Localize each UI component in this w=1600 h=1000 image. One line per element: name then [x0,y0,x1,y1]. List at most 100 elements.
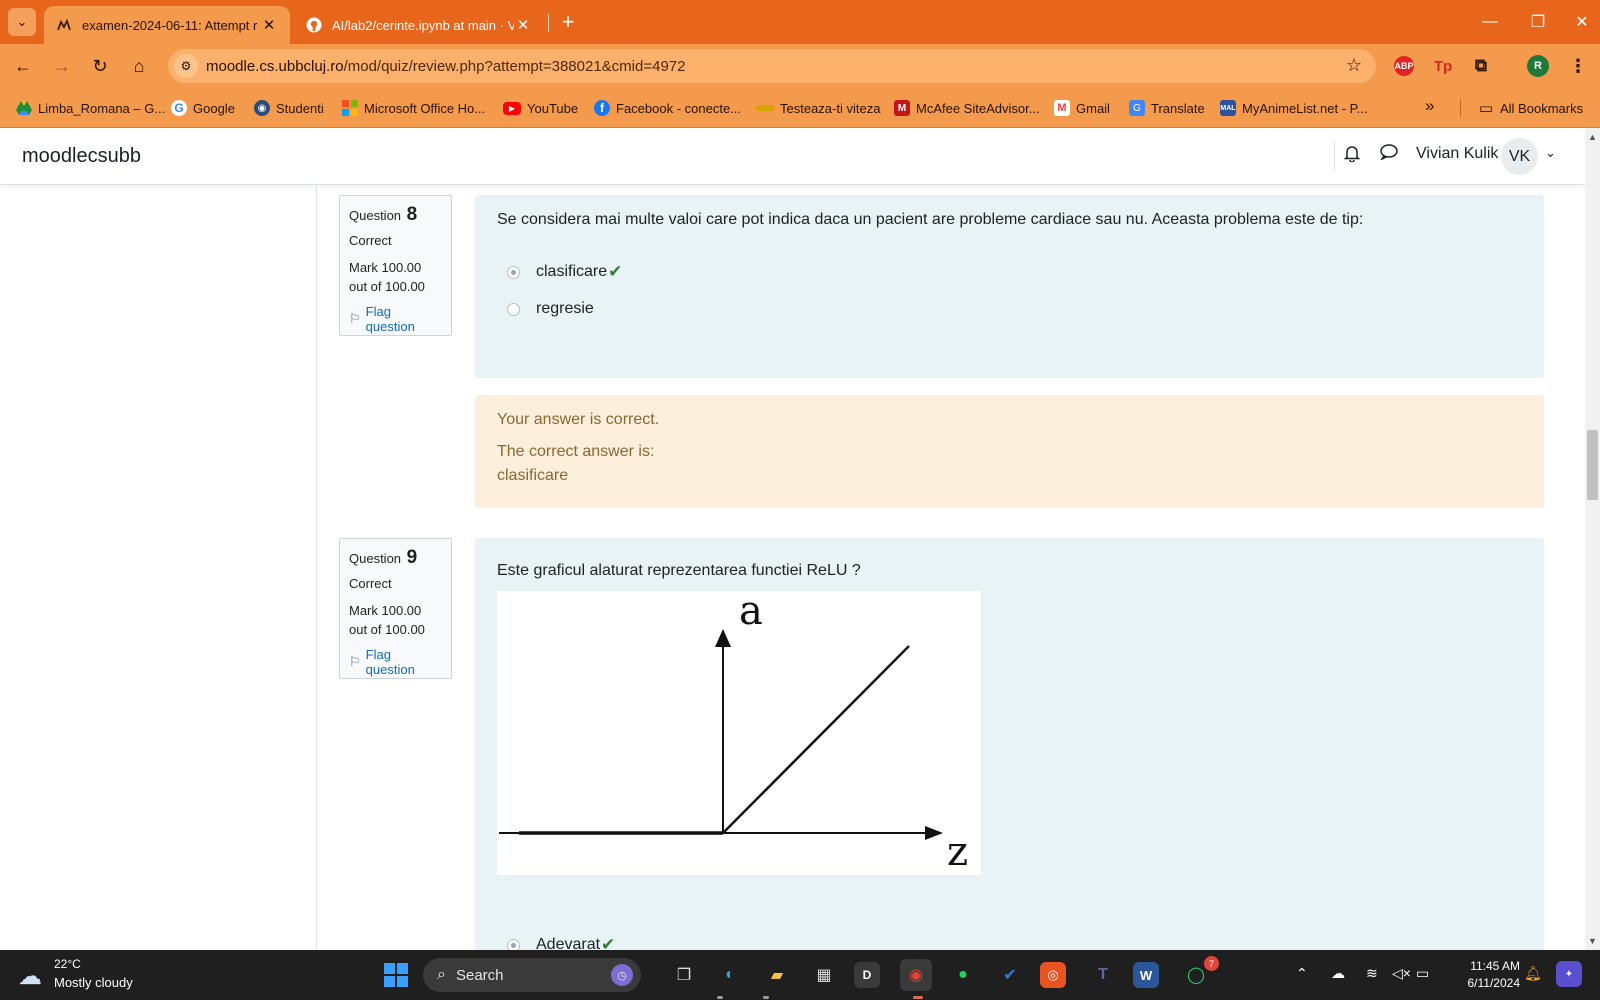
chrome-icon[interactable]: ◉ [900,959,932,991]
flag-icon: ⚐ [349,311,361,326]
scroll-up-arrow-icon[interactable]: ▲ [1588,132,1597,142]
teams-icon[interactable]: T [1087,959,1119,991]
address-bar[interactable]: ⚙ moodle.cs.ubbcluj.ro/mod/quiz/review.p… [168,49,1376,83]
user-name[interactable]: Vivian Kulik [1416,145,1498,163]
tab-moodle-exam[interactable]: examen-2024-06-11: Attempt r ✕ [44,6,290,44]
wifi-icon[interactable]: ≋ [1366,965,1378,982]
a-axis-label: a [739,591,763,634]
answer-radio[interactable] [507,302,520,316]
scrollbar-thumb[interactable] [1587,430,1598,500]
spotify-icon[interactable]: ● [947,959,979,991]
copilot-icon[interactable]: ✦ [1556,961,1582,987]
facebook-icon: f [594,100,610,116]
explorer-running-indicator [763,996,769,999]
scroll-down-arrow-icon[interactable]: ▼ [1588,936,1597,946]
speaker-muted-icon[interactable]: ◁× [1392,965,1411,982]
new-tab-plus-icon[interactable]: + [556,9,580,34]
messages-chat-icon[interactable] [1379,144,1398,165]
window-restore-icon[interactable]: ❐ [1520,8,1556,36]
bookmark-mcafee[interactable]: M McAfee SiteAdvisor... [894,98,1040,118]
notifications-bell-icon[interactable] [1343,144,1361,167]
chrome-running-indicator [913,996,923,999]
bookmark-testeaza-viteza[interactable]: Testeaza-ti viteza [756,98,880,118]
task-view-icon[interactable]: ❐ [668,959,700,991]
question-formulation: Se considera mai multe valoi care pot in… [475,195,1544,378]
battery-icon[interactable]: ▭ [1416,965,1429,982]
url-domain: moodle.cs.ubbcluj.ro [206,58,344,75]
correct-answer-value: clasificare [497,467,569,484]
flag-question-link[interactable]: ⚐ Flag question [349,647,442,677]
chevron-down-icon[interactable]: ⌄ [1545,145,1556,161]
question-number-value: 9 [406,547,418,568]
onedrive-cloud-icon[interactable]: ☁ [1331,965,1345,982]
tab-search-chevron-icon[interactable]: ⌄ [8,8,36,36]
page-scrollbar[interactable]: ▲ ▼ [1585,128,1600,950]
taskbar-clock[interactable]: 11:45 AM 6/11/2024 [1440,958,1521,992]
weather-cloud-icon[interactable]: ☁ [18,962,42,991]
bookmark-studenti[interactable]: ◉ Studenti [254,98,324,118]
ubuntu-icon[interactable]: ◎ [1040,962,1066,988]
search-label: Search [455,966,504,984]
extension-tp-icon[interactable]: Tp [1432,56,1454,76]
tab-title: AI/lab2/cerinte.ipynb at main · V [332,17,514,33]
all-bookmarks-folder[interactable]: ▭ All Bookmarks [1478,98,1583,118]
windows-start-icon[interactable] [380,959,412,991]
back-arrow-icon[interactable]: ← [9,52,37,80]
flag-question-link[interactable]: ⚐ Flag question [349,304,442,334]
z-axis-label: z [947,829,968,875]
tab-close-icon[interactable]: ✕ [514,16,532,34]
bookmark-microsoft-office[interactable]: Microsoft Office Ho... [342,98,485,118]
question-formulation: Este graficul alaturat reprezentarea fun… [475,538,1544,954]
tab-github[interactable]: AI/lab2/cerinte.ipynb at main · V ✕ [294,6,544,44]
address-url[interactable]: moodle.cs.ubbcluj.ro/mod/quiz/review.php… [206,58,685,75]
microsoft-store-icon[interactable]: ▦ [808,959,840,991]
home-icon[interactable]: ⌂ [125,52,153,80]
word-icon[interactable]: W [1133,962,1159,988]
weather-temperature[interactable]: 22°C [54,957,81,971]
user-avatar[interactable]: VK [1501,138,1538,175]
bookmarks-overflow-icon[interactable]: » [1425,96,1434,116]
forward-arrow-icon[interactable]: → [48,52,76,80]
edge-browser-icon[interactable]: ◐ [714,959,746,991]
url-path: /mod/quiz/review.php?attempt=388021&cmid… [343,58,686,75]
bookmarks-divider [1460,99,1461,117]
answer-option[interactable]: regresie [507,298,594,320]
reload-icon[interactable]: ↻ [86,52,114,80]
question-info-box: Question 9 Correct Mark 100.00 out of 10… [339,538,452,679]
tray-overflow-chevron-icon[interactable]: ⌃ [1296,965,1308,982]
bookmark-label: YouTube [527,100,579,116]
z-axis-arrowhead [925,826,943,840]
bookmark-gmail[interactable]: M Gmail [1054,98,1110,118]
bookmark-limba-romana[interactable]: Limba_Romana – G... [16,98,165,118]
bookmark-facebook[interactable]: f Facebook - conecte... [594,98,741,118]
answer-radio[interactable] [507,265,520,279]
window-close-icon[interactable]: ✕ [1564,8,1600,36]
bookmark-star-icon[interactable]: ☆ [1346,55,1362,76]
bookmark-translate[interactable]: G Translate [1129,98,1205,118]
extensions-puzzle-icon[interactable]: ⧉ [1470,56,1492,76]
tab-title: examen-2024-06-11: Attempt r [82,17,258,33]
question-state: Correct [349,233,392,248]
bookmark-google[interactable]: G Google [171,98,235,118]
bookmark-myanimelist[interactable]: MAL MyAnimeList.net - P... [1220,98,1367,118]
site-brand[interactable]: moodlecsubb [22,145,141,168]
browser-menu-icon[interactable]: ⋮ [1568,56,1588,76]
file-explorer-icon[interactable]: ▰ [761,959,793,991]
bookmark-youtube[interactable]: ▶ YouTube [503,98,578,118]
profile-avatar[interactable]: R [1527,55,1549,77]
question-number: Question 8 [349,204,442,226]
weather-description[interactable]: Mostly cloudy [54,975,133,990]
folder-icon: ▭ [1478,100,1494,117]
app-d-icon[interactable]: D [854,962,880,988]
notification-bell-icon[interactable]: 🔔︎ [1524,965,1542,982]
todo-check-icon[interactable]: ✔ [994,959,1026,991]
site-info-icon[interactable]: ⚙ [174,54,198,78]
adblock-plus-icon[interactable]: ABP [1394,56,1414,76]
window-minimize-icon[interactable]: — [1472,8,1508,36]
google-drive-icon [16,100,32,116]
google-translate-icon: G [1129,100,1145,116]
taskbar-search-box[interactable]: ⌕ Search ◷ [423,958,641,992]
bookmark-label: MyAnimeList.net - P... [1242,100,1368,116]
tab-close-icon[interactable]: ✕ [260,16,278,34]
answer-option[interactable]: clasificare ✔ [507,261,622,283]
